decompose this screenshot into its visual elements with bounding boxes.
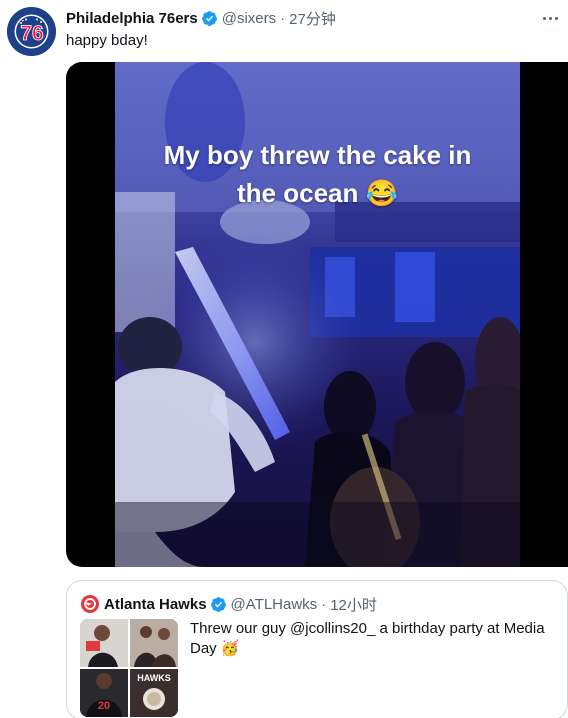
- verified-badge-icon: [201, 10, 217, 26]
- quoted-timestamp[interactable]: 12小时: [330, 594, 377, 615]
- quoted-verified-badge-icon: [210, 596, 226, 612]
- caption-line-1: My boy threw the cake in: [163, 140, 472, 170]
- separator-dot: ·: [280, 9, 286, 27]
- svg-text:HAWKS: HAWKS: [137, 673, 171, 683]
- author-avatar[interactable]: 76: [7, 7, 56, 56]
- tweet-timestamp[interactable]: 27分钟: [289, 8, 336, 29]
- avatar-text: 76: [20, 22, 43, 45]
- tweet-header: Philadelphia 76ers @sixers · 27分钟: [66, 8, 336, 28]
- author-handle[interactable]: @sixers: [222, 10, 276, 27]
- quoted-media-thumbnail[interactable]: 20 HAWKS: [80, 619, 178, 717]
- tweet-text: happy bday!: [66, 32, 148, 49]
- quoted-separator-dot: ·: [321, 595, 327, 613]
- quoted-tweet-header: Atlanta Hawks @ATLHawks · 12小时: [81, 594, 377, 614]
- video-frame[interactable]: My boy threw the cake in the ocean 😂: [115, 62, 520, 567]
- quoted-author-handle[interactable]: @ATLHawks: [231, 596, 318, 613]
- svg-text:20: 20: [98, 700, 110, 712]
- quoted-tweet-card[interactable]: Atlanta Hawks @ATLHawks · 12小时 20 HAWKS …: [66, 580, 568, 718]
- caption-line-2: the ocean 😂: [237, 178, 398, 208]
- more-options-icon[interactable]: [538, 8, 562, 28]
- quoted-photo-collage: 20 HAWKS: [80, 619, 178, 717]
- tweet-media-video[interactable]: My boy threw the cake in the ocean 😂: [66, 62, 568, 567]
- quoted-tweet-text: Threw our guy @jcollins20_ a birthday pa…: [190, 620, 545, 657]
- hawks-logo-icon: [81, 595, 99, 613]
- quoted-author-name[interactable]: Atlanta Hawks: [104, 596, 207, 613]
- video-caption: My boy threw the cake in the ocean 😂: [115, 136, 520, 212]
- author-name[interactable]: Philadelphia 76ers: [66, 10, 198, 27]
- sixers-logo-icon: 76: [7, 7, 56, 56]
